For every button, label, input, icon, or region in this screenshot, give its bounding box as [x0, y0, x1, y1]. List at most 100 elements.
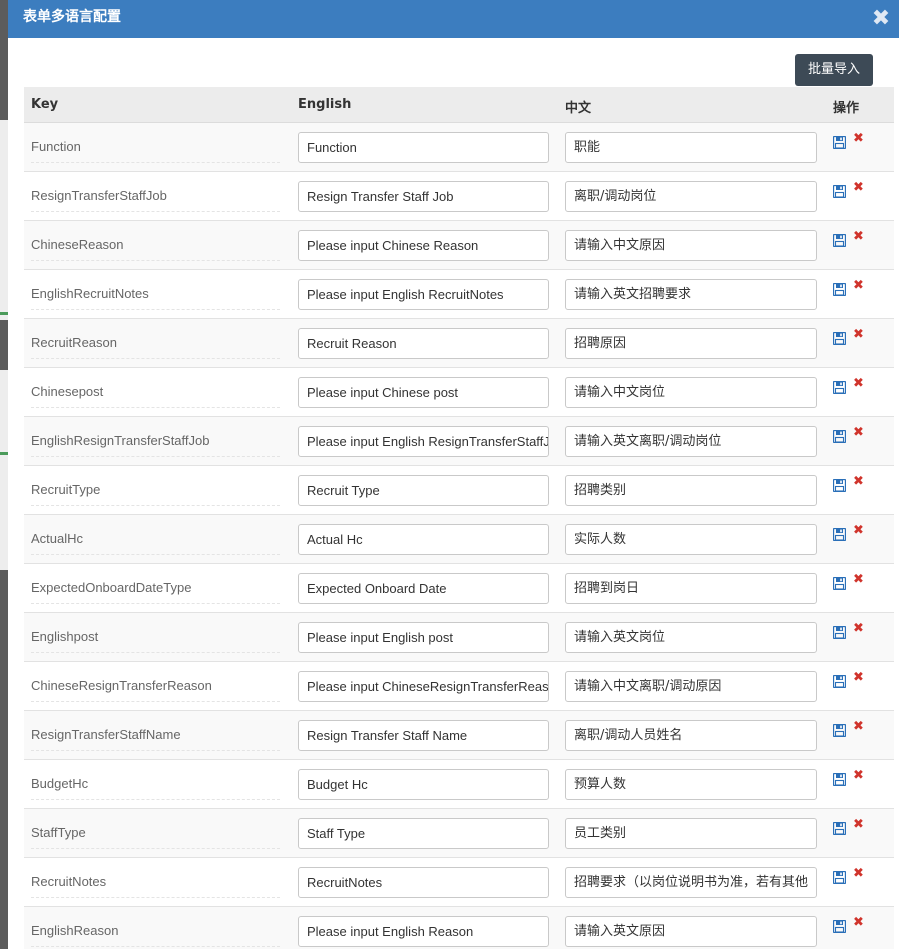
key-underline: [31, 701, 280, 702]
key-underline: [31, 603, 280, 604]
chinese-translation-input[interactable]: 请输入英文岗位: [565, 622, 817, 653]
english-translation-input[interactable]: Expected Onboard Date: [298, 573, 549, 604]
row-key: EnglishRecruitNotes: [31, 286, 149, 301]
delete-icon[interactable]: ✖: [853, 230, 865, 244]
save-icon[interactable]: [832, 918, 847, 934]
delete-icon[interactable]: ✖: [853, 720, 865, 734]
key-underline: [31, 211, 280, 212]
chinese-translation-input[interactable]: 招聘到岗日: [565, 573, 817, 604]
dialog-title: 表单多语言配置: [23, 9, 121, 25]
save-icon[interactable]: [832, 379, 847, 395]
column-header-actions: 操作: [833, 101, 860, 116]
delete-icon[interactable]: ✖: [853, 916, 865, 930]
save-icon[interactable]: [832, 232, 847, 248]
save-icon[interactable]: [832, 428, 847, 444]
key-underline: [31, 848, 280, 849]
save-icon[interactable]: [832, 624, 847, 640]
save-icon[interactable]: [832, 526, 847, 542]
english-translation-input[interactable]: Resign Transfer Staff Job: [298, 181, 549, 212]
chinese-translation-input[interactable]: 员工类别: [565, 818, 817, 849]
chinese-translation-input[interactable]: 招聘类别: [565, 475, 817, 506]
save-icon[interactable]: [832, 722, 847, 738]
delete-icon[interactable]: ✖: [853, 181, 865, 195]
english-translation-input[interactable]: RecruitNotes: [298, 867, 549, 898]
key-underline: [31, 750, 280, 751]
row-key: ChineseResignTransferReason: [31, 678, 212, 693]
key-underline: [31, 897, 280, 898]
row-key: RecruitReason: [31, 335, 117, 350]
delete-icon[interactable]: ✖: [853, 622, 865, 636]
english-translation-input[interactable]: Please input English Reason: [298, 916, 549, 947]
chinese-translation-input[interactable]: 离职/调动人员姓名: [565, 720, 817, 751]
key-underline: [31, 162, 280, 163]
chinese-translation-input[interactable]: 离职/调动岗位: [565, 181, 817, 212]
english-translation-input[interactable]: Please input Chinese Reason: [298, 230, 549, 261]
key-underline: [31, 799, 280, 800]
chinese-translation-input[interactable]: 实际人数: [565, 524, 817, 555]
key-underline: [31, 407, 280, 408]
english-translation-input[interactable]: Please input English RecruitNotes: [298, 279, 549, 310]
english-translation-input[interactable]: Actual Hc: [298, 524, 549, 555]
key-underline: [31, 946, 280, 947]
english-translation-input[interactable]: Resign Transfer Staff Name: [298, 720, 549, 751]
english-translation-input[interactable]: Budget Hc: [298, 769, 549, 800]
save-icon[interactable]: [832, 820, 847, 836]
delete-icon[interactable]: ✖: [853, 132, 865, 146]
save-icon[interactable]: [832, 183, 847, 199]
background-accent-line: [0, 312, 8, 315]
row-key: StaffType: [31, 825, 86, 840]
chinese-translation-input[interactable]: 招聘原因: [565, 328, 817, 359]
delete-icon[interactable]: ✖: [853, 377, 865, 391]
batch-import-button[interactable]: 批量导入: [795, 54, 873, 86]
delete-icon[interactable]: ✖: [853, 279, 865, 293]
save-icon[interactable]: [832, 673, 847, 689]
delete-icon[interactable]: ✖: [853, 818, 865, 832]
english-translation-input[interactable]: Function: [298, 132, 549, 163]
save-icon[interactable]: [832, 477, 847, 493]
chinese-translation-input[interactable]: 请输入英文离职/调动岗位: [565, 426, 817, 457]
chinese-translation-input[interactable]: 请输入中文岗位: [565, 377, 817, 408]
key-underline: [31, 505, 280, 506]
row-key: ActualHc: [31, 531, 84, 546]
save-icon[interactable]: [832, 771, 847, 787]
row-key: Englishpost: [31, 629, 99, 644]
save-icon[interactable]: [832, 134, 847, 150]
save-icon[interactable]: [832, 330, 847, 346]
delete-icon[interactable]: ✖: [853, 867, 865, 881]
chinese-translation-input[interactable]: 预算人数: [565, 769, 817, 800]
chinese-translation-input[interactable]: 请输入中文离职/调动原因: [565, 671, 817, 702]
language-config-dialog: 表单多语言配置 ✖ 批量导入 Key English 中文 操作 Functio…: [8, 0, 899, 949]
row-key: Function: [31, 139, 81, 154]
english-translation-input[interactable]: Recruit Type: [298, 475, 549, 506]
row-key: EnglishReason: [31, 923, 119, 938]
table-header: Key English 中文 操作: [24, 87, 894, 123]
table-row: ResignTransferStaffJob Resign Transfer St…: [24, 172, 894, 221]
chinese-translation-input[interactable]: 请输入英文原因: [565, 916, 817, 947]
english-translation-input[interactable]: Please input English ResignTransferStaff…: [298, 426, 549, 457]
delete-icon[interactable]: ✖: [853, 573, 865, 587]
english-translation-input[interactable]: Please input English post: [298, 622, 549, 653]
english-translation-input[interactable]: Staff Type: [298, 818, 549, 849]
chinese-translation-input[interactable]: 职能: [565, 132, 817, 163]
dialog-header: 表单多语言配置 ✖: [8, 0, 899, 38]
chinese-translation-input[interactable]: 请输入中文原因: [565, 230, 817, 261]
chinese-translation-input[interactable]: 请输入英文招聘要求: [565, 279, 817, 310]
chinese-translation-input[interactable]: 招聘要求（以岗位说明书为准，若有其他: [565, 867, 817, 898]
delete-icon[interactable]: ✖: [853, 769, 865, 783]
save-icon[interactable]: [832, 869, 847, 885]
english-translation-input[interactable]: Please input ChineseResignTransferReason: [298, 671, 549, 702]
save-icon[interactable]: [832, 575, 847, 591]
delete-icon[interactable]: ✖: [853, 671, 865, 685]
english-translation-input[interactable]: Please input Chinese post: [298, 377, 549, 408]
column-header-chinese: 中文: [565, 101, 592, 116]
table-row: ChineseReason Please input Chinese Reason…: [24, 221, 894, 270]
delete-icon[interactable]: ✖: [853, 524, 865, 538]
save-icon[interactable]: [832, 281, 847, 297]
english-translation-input[interactable]: Recruit Reason: [298, 328, 549, 359]
delete-icon[interactable]: ✖: [853, 475, 865, 489]
row-key: BudgetHc: [31, 776, 89, 791]
key-underline: [31, 358, 280, 359]
delete-icon[interactable]: ✖: [853, 426, 865, 440]
close-icon[interactable]: ✖: [871, 8, 891, 30]
delete-icon[interactable]: ✖: [853, 328, 865, 342]
